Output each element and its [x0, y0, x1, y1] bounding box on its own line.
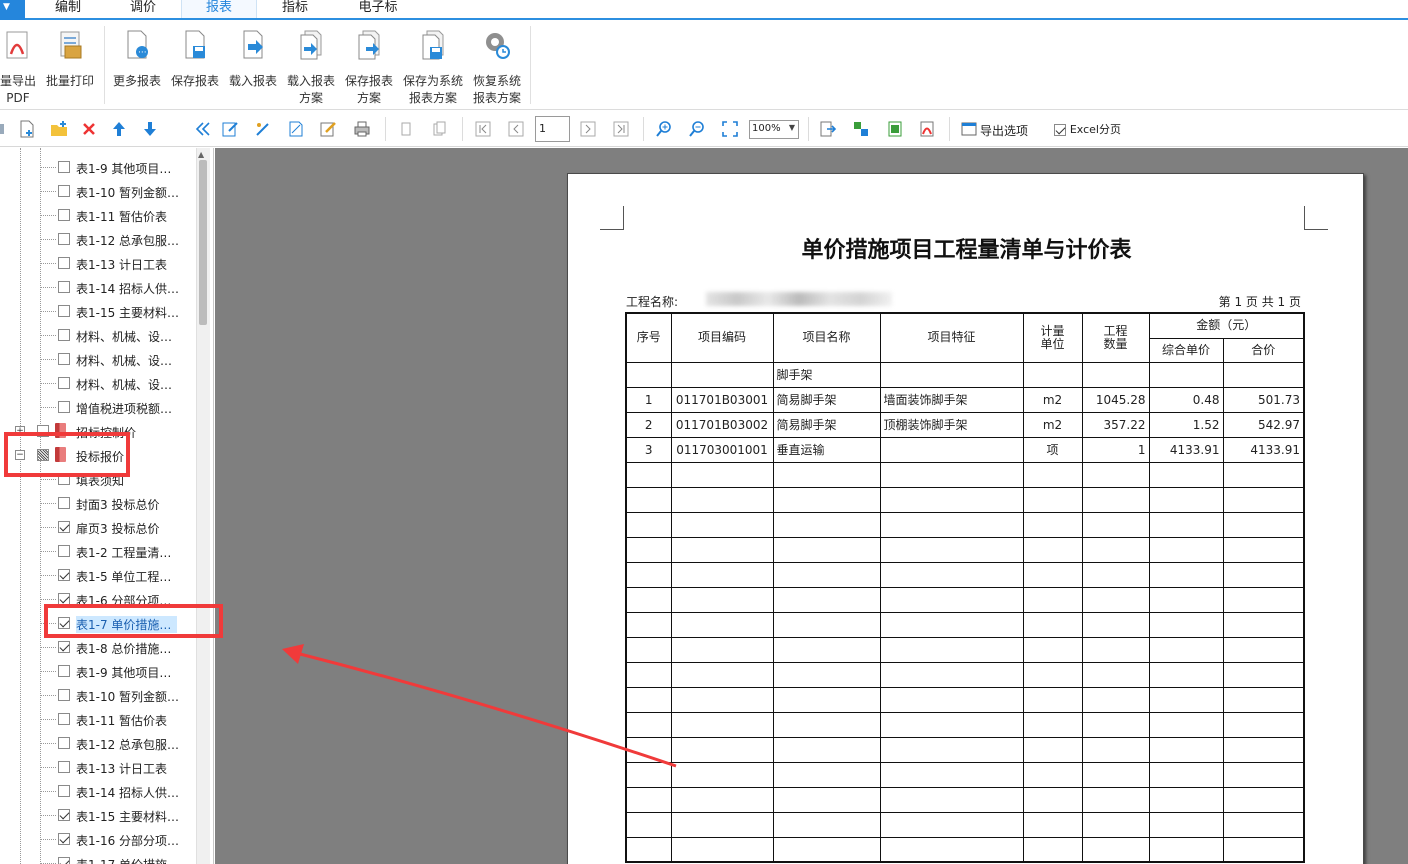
- arrow-line: [299, 652, 677, 768]
- annotation-arrow: [282, 644, 677, 768]
- arrow-head-icon: [282, 644, 304, 664]
